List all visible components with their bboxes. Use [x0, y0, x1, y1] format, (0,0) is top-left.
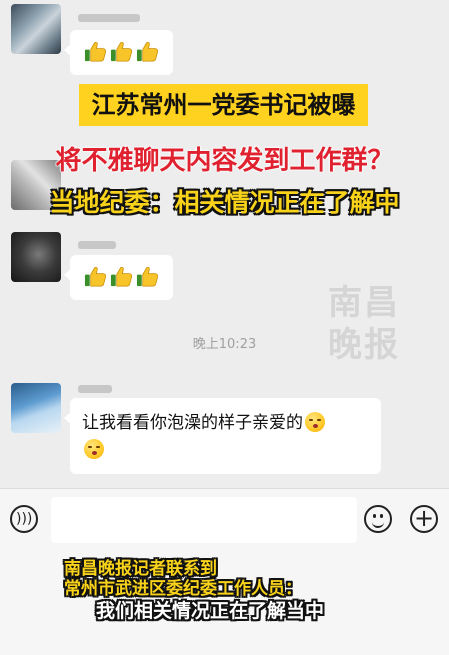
- contact-avatar[interactable]: [11, 4, 61, 54]
- message-bubble-text[interactable]: 让我看看你泡澡的样子亲爱的: [64, 398, 381, 474]
- kissing-face-icon: [305, 412, 325, 432]
- watermark: 南昌 晚报: [328, 282, 418, 366]
- headline-subtitle-red: 将不雅聊天内容发到工作群？: [55, 146, 394, 176]
- thumbs-up-icon: [110, 266, 133, 287]
- chat-input-bar: ))) +: [0, 488, 449, 555]
- headline-title: 江苏常州一党委书记被曝: [91, 91, 356, 119]
- contact-avatar[interactable]: [11, 383, 61, 433]
- message-bubble-thumbs[interactable]: [64, 30, 173, 75]
- thumbs-up-group: [84, 265, 159, 288]
- sender-name-blurred: [78, 385, 112, 393]
- thumbs-up-icon: [84, 41, 107, 62]
- thumbs-up-icon: [110, 41, 133, 62]
- kissing-face-icon: [84, 439, 104, 459]
- headline-subtitle-yellow: 当地纪委：相关情况正在了解中: [49, 188, 400, 217]
- thumbs-up-group: [84, 40, 159, 63]
- thumbs-up-icon: [136, 266, 159, 287]
- message-timestamp: 晚上10:23: [192, 337, 257, 352]
- thumbs-up-icon: [136, 41, 159, 62]
- voice-icon[interactable]: ))): [10, 505, 38, 533]
- message-text: 让我看看你泡澡的样子亲爱的: [82, 410, 372, 464]
- smiley-icon[interactable]: [364, 505, 392, 533]
- watermark-line: 南昌: [328, 283, 400, 323]
- plus-icon[interactable]: +: [410, 505, 438, 533]
- caption-line-3: 我们相关情况正在了解当中: [96, 600, 325, 622]
- message-input[interactable]: [51, 497, 357, 543]
- sender-name-blurred: [78, 241, 116, 249]
- sender-name-blurred: [78, 14, 140, 22]
- message-content: 让我看看你泡澡的样子亲爱的: [82, 413, 303, 433]
- thumbs-up-icon: [84, 266, 107, 287]
- message-bubble-thumbs[interactable]: [64, 255, 173, 300]
- contact-avatar[interactable]: [11, 232, 61, 282]
